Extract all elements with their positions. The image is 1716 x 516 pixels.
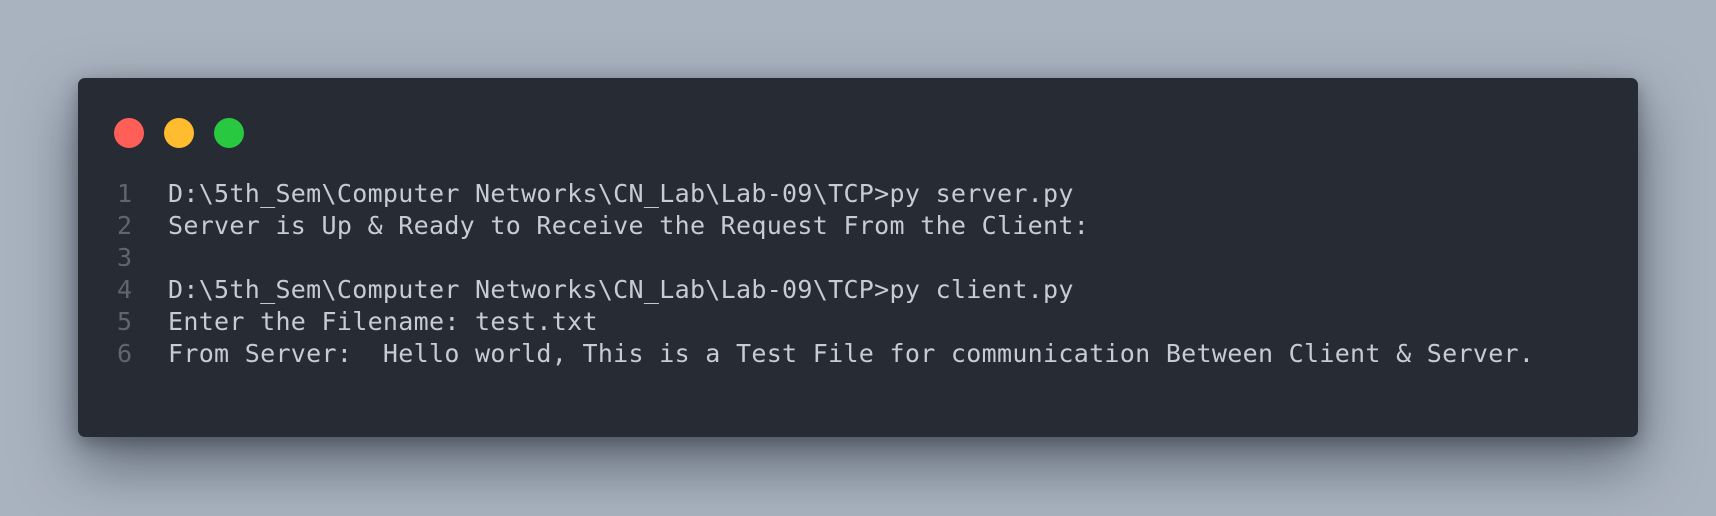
line-text: Enter the Filename: test.txt [168,307,598,336]
close-button[interactable] [114,118,144,148]
line-number: 1 [116,179,132,208]
line-number: 4 [116,275,132,304]
minimize-button[interactable] [164,118,194,148]
line-text: D:\5th_Sem\Computer Networks\CN_Lab\Lab-… [168,275,1074,304]
line-number: 2 [116,211,132,240]
window-controls [114,118,244,148]
code-line: 4 D:\5th_Sem\Computer Networks\CN_Lab\La… [78,274,1638,306]
code-block: 1 D:\5th_Sem\Computer Networks\CN_Lab\La… [78,178,1638,370]
line-number: 6 [116,339,132,368]
line-text: From Server: Hello world, This is a Test… [168,339,1535,368]
line-number: 3 [116,243,132,272]
code-line: 2 Server is Up & Ready to Receive the Re… [78,210,1638,242]
code-line: 6 From Server: Hello world, This is a Te… [78,338,1638,370]
line-text: Server is Up & Ready to Receive the Requ… [168,211,1090,240]
line-text: D:\5th_Sem\Computer Networks\CN_Lab\Lab-… [168,179,1074,208]
zoom-button[interactable] [214,118,244,148]
code-line: 3 [78,242,1638,274]
line-number: 5 [116,307,132,336]
code-line: 1 D:\5th_Sem\Computer Networks\CN_Lab\La… [78,178,1638,210]
terminal-window: 1 D:\5th_Sem\Computer Networks\CN_Lab\La… [78,78,1638,437]
code-line: 5 Enter the Filename: test.txt [78,306,1638,338]
